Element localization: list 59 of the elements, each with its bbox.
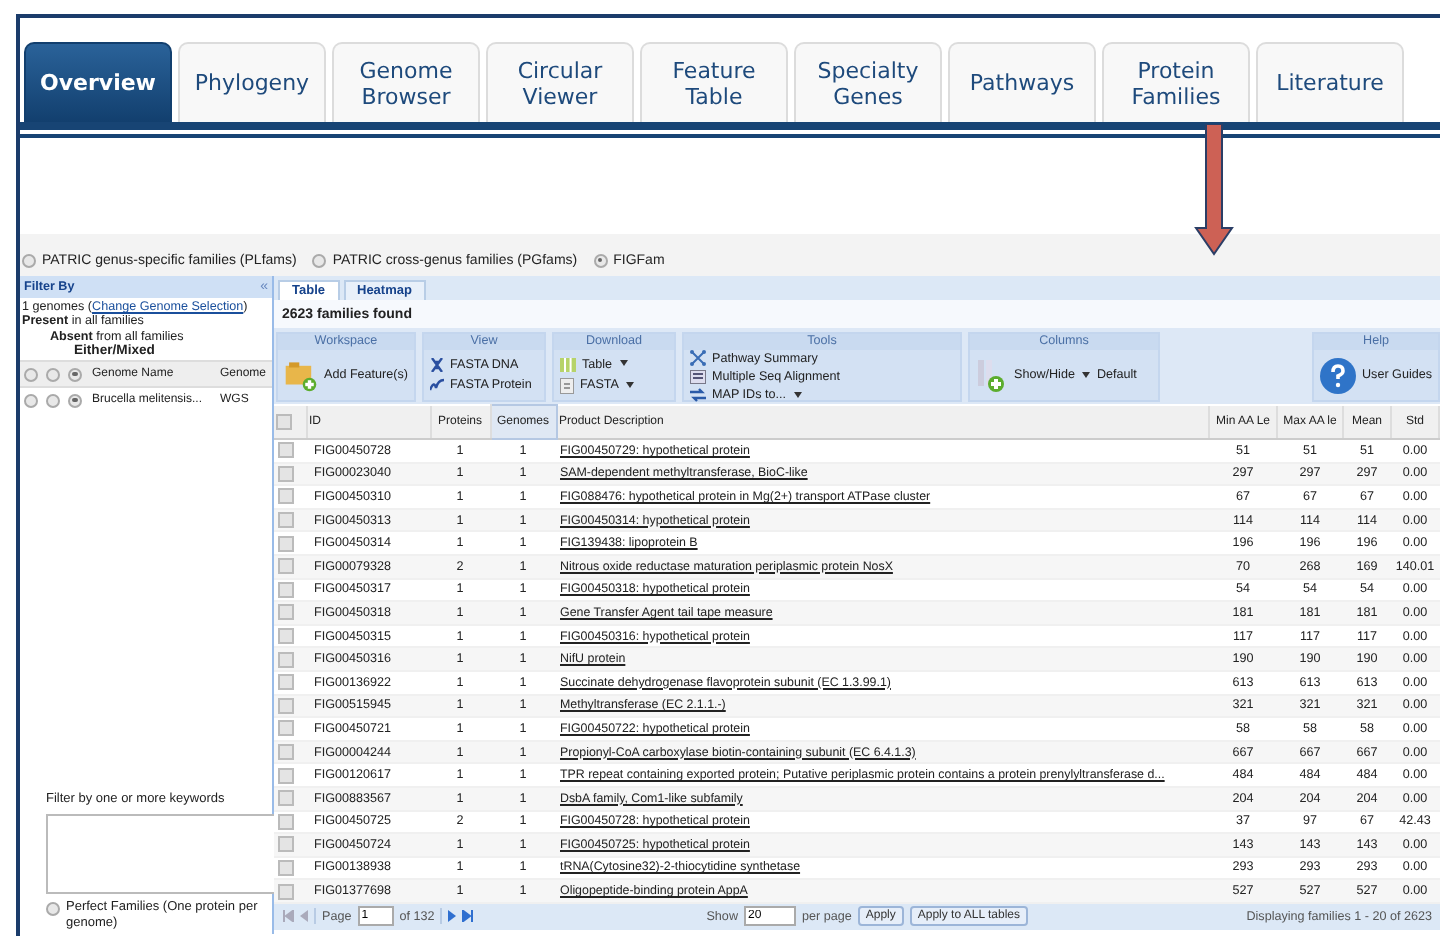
caret-icon — [793, 391, 802, 398]
checkbox[interactable] — [278, 581, 294, 598]
radio-button[interactable] — [24, 367, 38, 382]
radio-button[interactable] — [46, 367, 60, 382]
columns-add-icon — [976, 357, 1008, 393]
checkbox[interactable] — [278, 535, 294, 552]
folder-add-icon — [284, 357, 318, 393]
checkbox[interactable] — [278, 442, 294, 459]
tab[interactable]: Protein Families — [1102, 42, 1250, 122]
tab[interactable]: Specialty Genes — [794, 42, 942, 122]
checkbox[interactable] — [278, 697, 294, 714]
caret-icon — [620, 360, 629, 367]
table-icon — [560, 357, 576, 371]
down-arrow-drawing — [1194, 124, 1234, 256]
checkbox[interactable] — [278, 558, 294, 575]
checkbox[interactable] — [278, 604, 294, 621]
radio-button[interactable] — [46, 393, 60, 408]
checkbox[interactable] — [276, 413, 292, 430]
keyword-field[interactable] — [46, 814, 276, 894]
checkbox[interactable] — [278, 813, 294, 830]
checkbox[interactable] — [278, 859, 294, 876]
radio-button[interactable] — [22, 253, 36, 267]
checkbox[interactable] — [278, 883, 294, 900]
protein-icon — [430, 378, 444, 392]
tab[interactable]: Genome Browser — [332, 42, 480, 122]
checkbox[interactable] — [278, 790, 294, 807]
help-icon — [1320, 357, 1356, 393]
checkbox[interactable] — [278, 465, 294, 482]
previous-page-icon[interactable] — [300, 910, 308, 923]
radio-button[interactable] — [593, 253, 608, 267]
radio-button[interactable] — [46, 902, 60, 916]
tab[interactable]: Phylogeny — [178, 42, 326, 122]
checkbox[interactable] — [278, 628, 294, 645]
checkbox[interactable] — [278, 720, 294, 737]
first-page-icon[interactable] — [282, 910, 294, 923]
checkbox[interactable] — [278, 651, 294, 668]
network-icon — [690, 350, 706, 366]
tab[interactable]: Feature Table — [640, 42, 788, 122]
tab[interactable]: Literature — [1256, 42, 1404, 122]
checkbox[interactable] — [278, 674, 294, 691]
last-page-icon[interactable] — [462, 910, 475, 923]
swap-arrows-icon — [690, 388, 706, 402]
document-icon — [560, 377, 574, 393]
radio-button[interactable] — [312, 253, 327, 267]
tab[interactable]: Overview — [24, 42, 172, 122]
checkbox[interactable] — [278, 488, 294, 505]
tab[interactable]: Pathways — [948, 42, 1096, 122]
radio-button[interactable] — [24, 393, 38, 408]
radio-button[interactable] — [68, 367, 82, 382]
radio-button[interactable] — [68, 393, 82, 408]
caret-icon — [1082, 371, 1091, 378]
checkbox[interactable] — [278, 512, 294, 529]
caret-icon — [626, 381, 635, 388]
checkbox[interactable] — [278, 767, 294, 784]
alignment-icon — [690, 370, 706, 384]
tab[interactable]: Circular Viewer — [486, 42, 634, 122]
checkbox[interactable] — [278, 744, 294, 761]
checkbox[interactable] — [278, 836, 294, 853]
next-page-icon[interactable] — [448, 910, 457, 923]
